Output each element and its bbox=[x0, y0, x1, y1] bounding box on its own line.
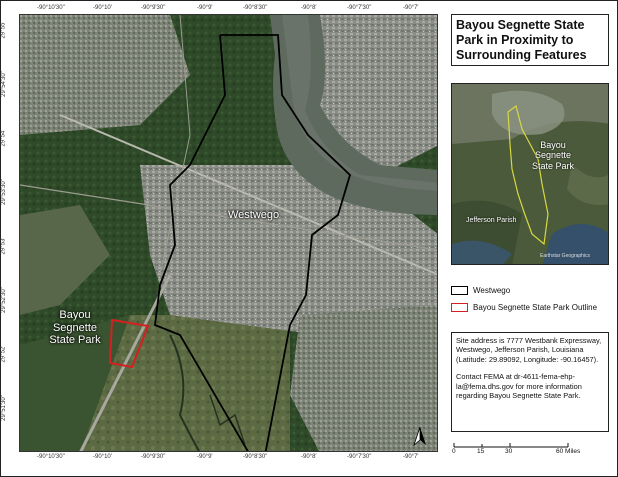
legend: Westwego Bayou Segnette State Park Outli… bbox=[451, 284, 609, 318]
scale-bar: 0 15 30 60 Miles bbox=[452, 438, 603, 462]
inset-map[interactable]: Bayou Segnette State Park Jefferson Pari… bbox=[451, 83, 609, 265]
inset-credit: Earthstar Geographics bbox=[540, 253, 591, 259]
site-address-text: Site address is 7777 Westbank Expressway… bbox=[456, 336, 602, 364]
inset-imagery bbox=[452, 84, 608, 264]
north-arrow-icon bbox=[413, 426, 426, 446]
legend-item-westwego: Westwego bbox=[451, 284, 609, 297]
scale-bar-graphic bbox=[453, 443, 569, 448]
map-layout: Westwego Bayou Segnette State Park -90°1… bbox=[0, 0, 618, 477]
inset-parish-label: Jefferson Parish bbox=[466, 217, 517, 224]
map-title: Bayou Segnette State Park in Proximity t… bbox=[451, 14, 609, 66]
info-box: Site address is 7777 Westbank Expressway… bbox=[451, 332, 609, 432]
contact-text: Contact FEMA at dr-4611-fema-ehp-la@fema… bbox=[456, 372, 582, 401]
legend-swatch-westwego bbox=[451, 286, 468, 295]
main-map[interactable]: Westwego Bayou Segnette State Park bbox=[19, 14, 438, 452]
westwego-label: Westwego bbox=[228, 209, 280, 221]
bayou-segnette-label: Bayou Segnette State Park bbox=[49, 309, 101, 347]
legend-swatch-park bbox=[451, 303, 468, 312]
inset-park-label: Bayou Segnette State Park bbox=[532, 140, 575, 171]
satellite-imagery bbox=[20, 15, 437, 451]
legend-item-park: Bayou Segnette State Park Outline bbox=[451, 301, 609, 314]
